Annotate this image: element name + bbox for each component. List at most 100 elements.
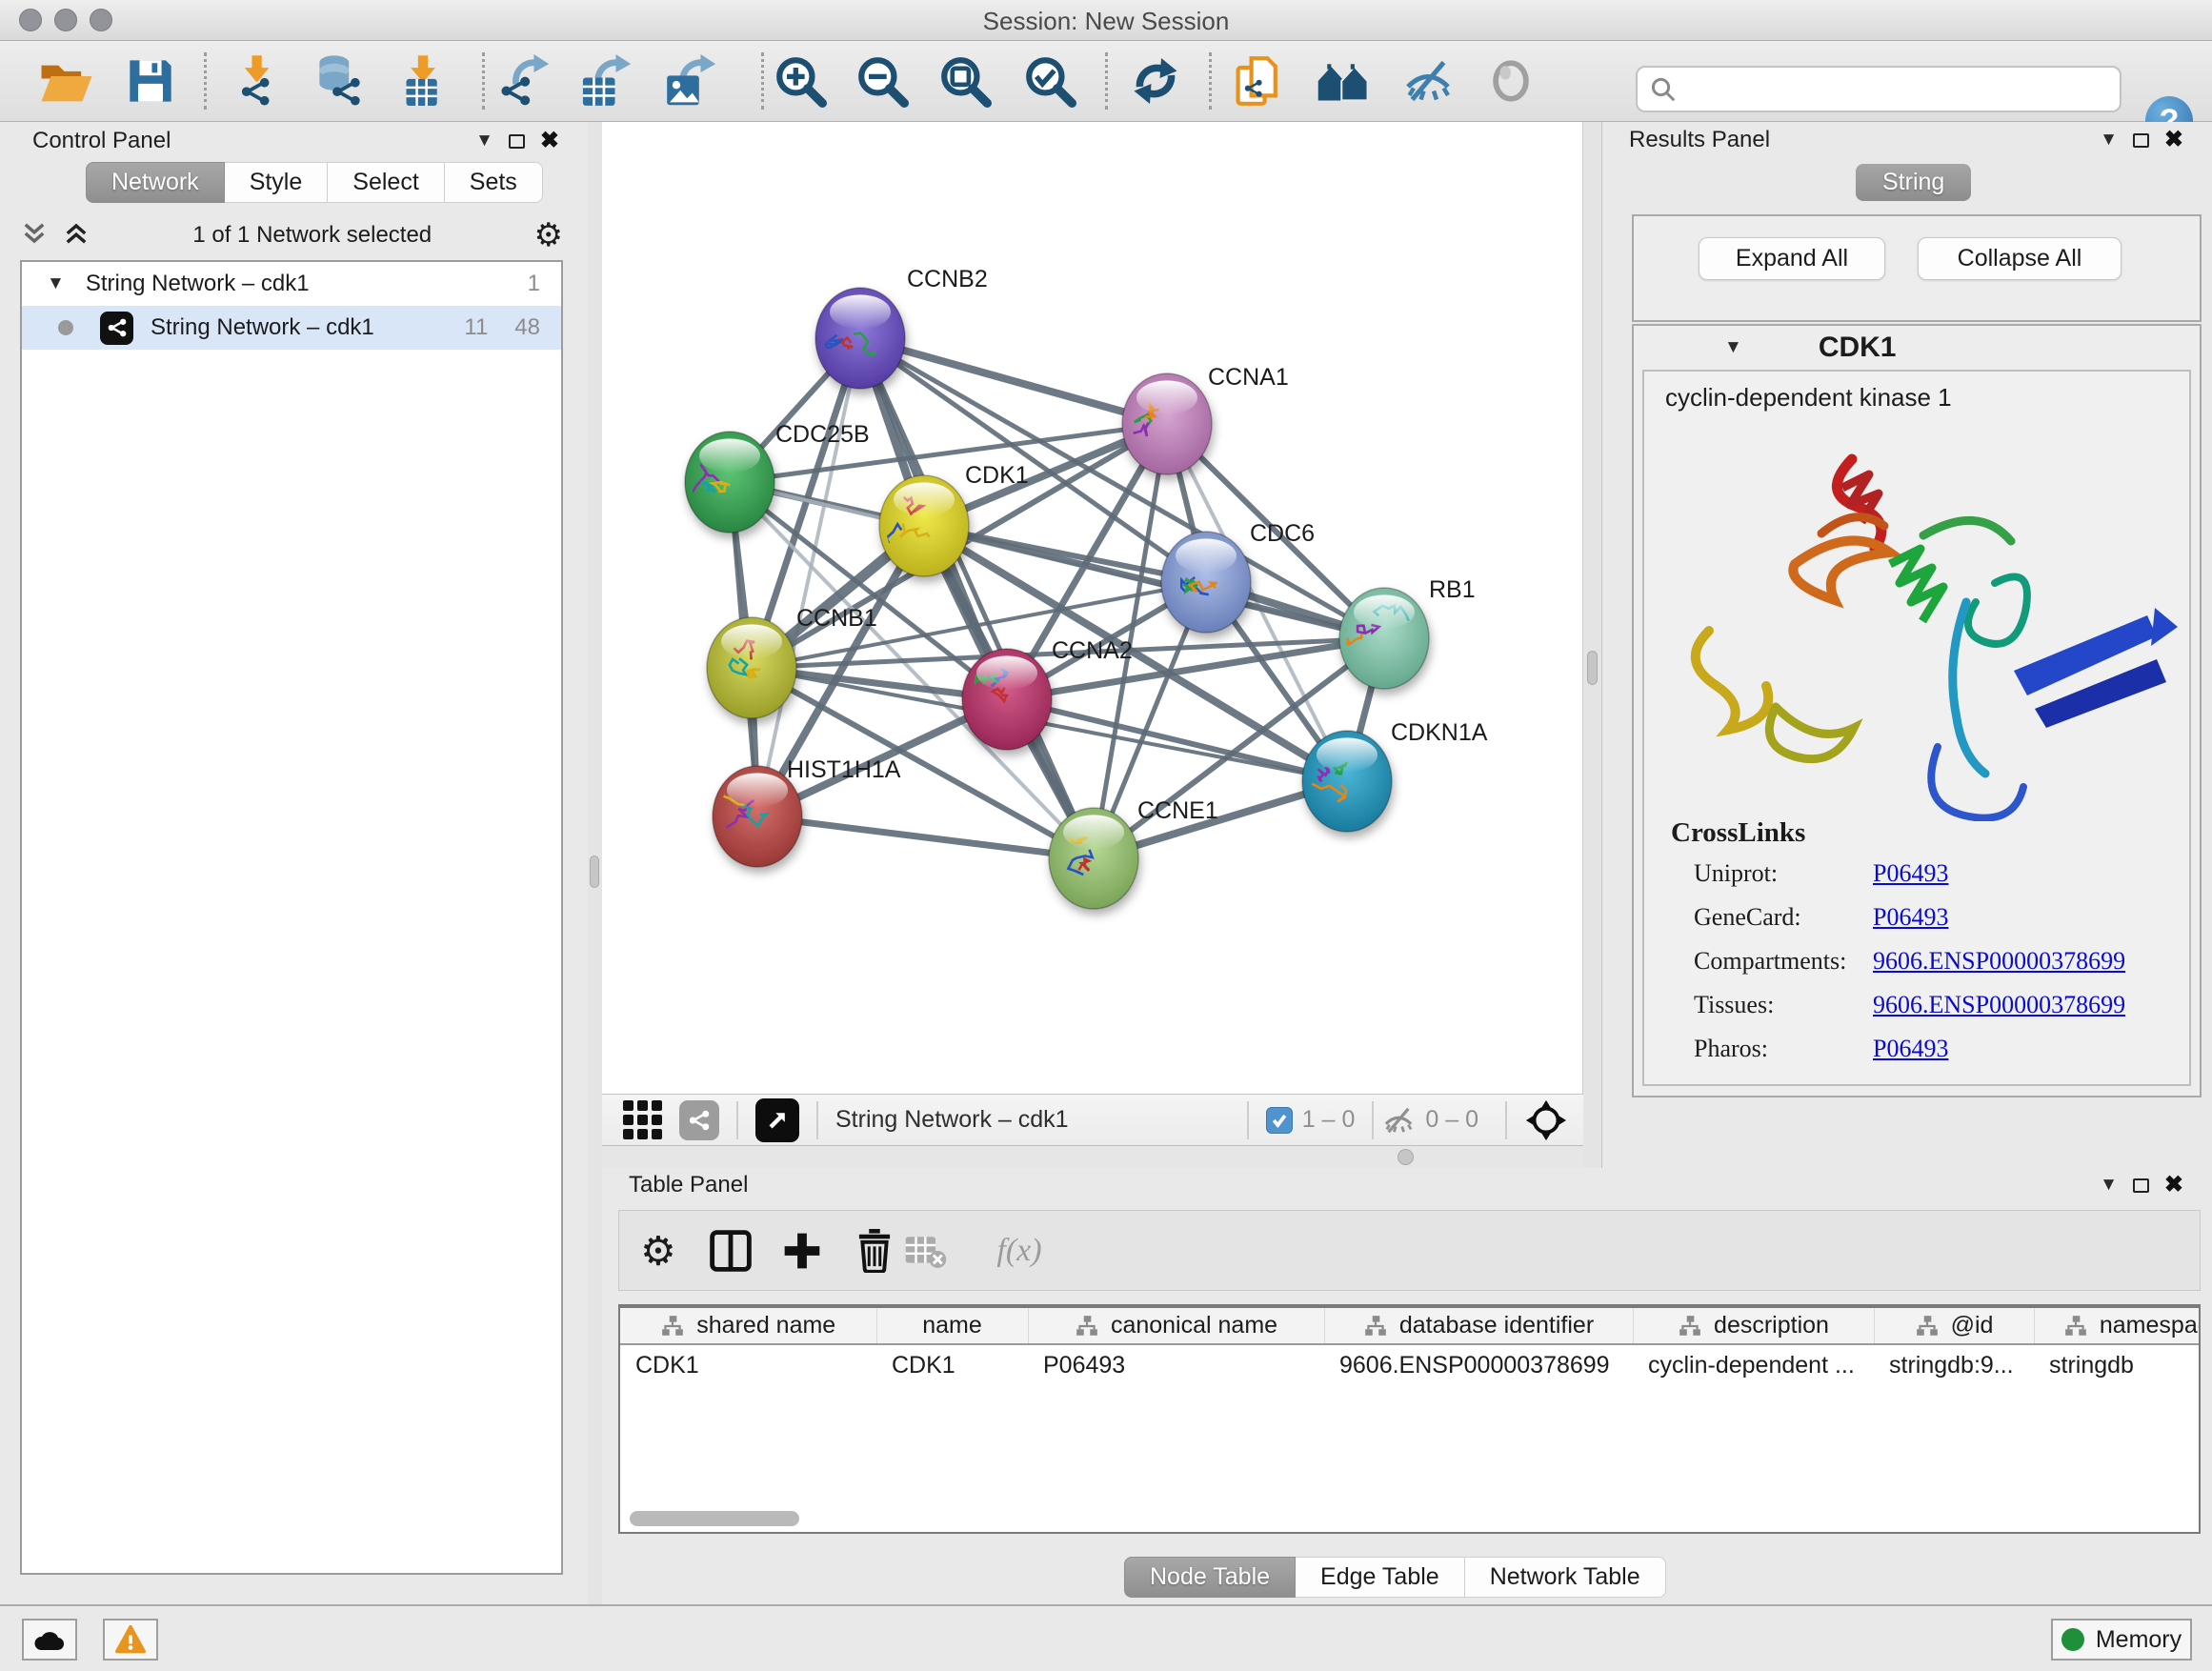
function-builder-icon[interactable]: f(x): [996, 1233, 1041, 1269]
node-ccnb2[interactable]: [815, 288, 905, 389]
table-cell[interactable]: 9606.ENSP00000378699: [1324, 1344, 1633, 1385]
column-header-description[interactable]: description: [1633, 1308, 1874, 1344]
node-cdc6[interactable]: [1161, 532, 1251, 633]
table-cell[interactable]: cyclin-dependent ...: [1633, 1344, 1874, 1385]
table-cell[interactable]: CDK1: [620, 1344, 876, 1385]
zoom-fit-icon[interactable]: [934, 50, 996, 112]
delete-column-icon[interactable]: [855, 1229, 895, 1273]
node-cdc25b[interactable]: [685, 432, 774, 533]
zoom-in-icon[interactable]: [769, 50, 832, 112]
table-cell[interactable]: CDK1: [876, 1344, 1028, 1385]
table-cell[interactable]: stringdb:9...: [1874, 1344, 2034, 1385]
refresh-icon[interactable]: [1124, 50, 1187, 112]
collection-expand-icon[interactable]: ▼: [47, 273, 65, 294]
column-header--id[interactable]: @id: [1874, 1308, 2034, 1344]
node-table[interactable]: shared namenamecanonical namedatabase id…: [618, 1304, 2201, 1534]
tab-network-table[interactable]: Network Table: [1465, 1557, 1666, 1598]
clone-network-icon[interactable]: [1228, 50, 1291, 112]
crosslink-link[interactable]: 9606.ENSP00000378699: [1873, 991, 2125, 1019]
horizontal-scrollbar[interactable]: [630, 1511, 799, 1526]
import-network-database-icon[interactable]: [307, 50, 370, 112]
node-ccne1[interactable]: [1049, 808, 1138, 909]
network-options-gear-icon[interactable]: ⚙: [534, 219, 563, 252]
show-hidden-eye-icon[interactable]: [1479, 50, 1542, 112]
selected-checkbox-icon[interactable]: [1266, 1107, 1293, 1134]
panel-close-icon[interactable]: ✖: [2164, 1174, 2183, 1197]
hide-selected-eye-icon[interactable]: [1397, 50, 1459, 112]
collapse-all-icon[interactable]: [20, 219, 49, 252]
panel-menu-icon[interactable]: ▼: [475, 131, 493, 151]
panel-float-icon[interactable]: [2133, 1178, 2149, 1193]
node-ccna1[interactable]: [1122, 373, 1212, 474]
open-session-icon[interactable]: [35, 50, 98, 112]
show-all-houses-icon[interactable]: [1313, 50, 1376, 112]
panel-float-icon[interactable]: [509, 134, 525, 149]
column-header-shared-name[interactable]: shared name: [620, 1308, 876, 1344]
column-header-namespace[interactable]: namespace: [2034, 1308, 2201, 1344]
table-cell[interactable]: P06493: [1028, 1344, 1324, 1385]
export-network-icon[interactable]: [492, 50, 554, 112]
search-input[interactable]: [1678, 76, 2120, 103]
tab-sets[interactable]: Sets: [445, 162, 543, 203]
memory-button[interactable]: Memory: [2051, 1619, 2192, 1661]
import-table-icon[interactable]: [392, 50, 454, 112]
network-canvas[interactable]: CCNB2CCNA1CDC25BCDK1CDC6RB1CCNB1CCNA2CDK…: [602, 122, 1583, 1094]
search-field[interactable]: [1636, 66, 2122, 112]
edge[interactable]: [860, 338, 1167, 424]
node-ccnb1[interactable]: [707, 617, 796, 718]
zoom-out-icon[interactable]: [851, 50, 914, 112]
zoom-selected-icon[interactable]: [1018, 50, 1081, 112]
gene-collapse-icon[interactable]: ▼: [1724, 337, 1742, 358]
expand-all-button[interactable]: Expand All: [1699, 237, 1885, 280]
expand-all-icon[interactable]: [62, 219, 90, 252]
panel-float-icon[interactable]: [2133, 133, 2149, 148]
save-session-icon[interactable]: [119, 50, 182, 112]
left-panel-divider[interactable]: [588, 122, 602, 1604]
tab-style[interactable]: Style: [225, 162, 329, 203]
table-settings-gear-icon[interactable]: ⚙: [640, 1227, 676, 1274]
tab-edge-table[interactable]: Edge Table: [1296, 1557, 1465, 1598]
divider-handle[interactable]: [1587, 651, 1598, 685]
tab-network[interactable]: Network: [86, 162, 225, 203]
crosslink-link[interactable]: P06493: [1873, 1035, 1948, 1063]
import-network-file-icon[interactable]: [227, 50, 290, 112]
edge[interactable]: [757, 338, 860, 816]
crosslink-link[interactable]: P06493: [1873, 903, 1948, 932]
add-column-icon[interactable]: [781, 1230, 823, 1272]
birdseye-view-icon[interactable]: [755, 1098, 799, 1142]
column-header-database-identifier[interactable]: database identifier: [1324, 1308, 1633, 1344]
crosslink-link[interactable]: 9606.ENSP00000378699: [1873, 947, 2125, 976]
network-row[interactable]: String Network – cdk1 11 48: [22, 306, 561, 350]
string-view-icon[interactable]: [679, 1100, 719, 1140]
crosshair-icon[interactable]: [1524, 1098, 1568, 1142]
gene-header-row[interactable]: ▼ CDK1: [1634, 326, 2200, 370]
export-table-icon[interactable]: [573, 50, 636, 112]
show-columns-icon[interactable]: [709, 1229, 753, 1273]
edge[interactable]: [757, 816, 1094, 858]
table-cell[interactable]: stringdb: [2034, 1344, 2201, 1385]
column-header-name[interactable]: name: [876, 1308, 1028, 1344]
right-panel-divider[interactable]: [1583, 122, 1601, 1168]
tab-string[interactable]: String: [1856, 164, 1971, 201]
delete-table-icon[interactable]: [904, 1233, 948, 1269]
panel-close-icon[interactable]: ✖: [540, 130, 559, 152]
node-cdkn1a[interactable]: [1302, 731, 1392, 832]
table-row[interactable]: CDK1CDK1P064939606.ENSP00000378699cyclin…: [620, 1344, 2201, 1385]
network-grid-icon[interactable]: [623, 1100, 662, 1139]
warning-button[interactable]: [103, 1619, 158, 1661]
collapse-all-button[interactable]: Collapse All: [1918, 237, 2122, 280]
network-collection-row[interactable]: ▼ String Network – cdk1 1: [22, 262, 561, 306]
panel-menu-icon[interactable]: ▼: [2100, 1175, 2118, 1196]
divider-handle[interactable]: [590, 856, 599, 888]
node-rb1[interactable]: [1339, 588, 1429, 689]
tab-select[interactable]: Select: [328, 162, 444, 203]
column-header-canonical-name[interactable]: canonical name: [1028, 1308, 1324, 1344]
splitter-handle[interactable]: [1398, 1149, 1414, 1165]
panel-close-icon[interactable]: ✖: [2164, 129, 2183, 151]
node-ccna2[interactable]: [962, 649, 1052, 750]
cloud-button[interactable]: [22, 1619, 77, 1661]
crosslink-link[interactable]: P06493: [1873, 859, 1948, 888]
export-image-icon[interactable]: [658, 50, 721, 112]
panel-menu-icon[interactable]: ▼: [2100, 130, 2118, 151]
tab-node-table[interactable]: Node Table: [1124, 1557, 1296, 1598]
